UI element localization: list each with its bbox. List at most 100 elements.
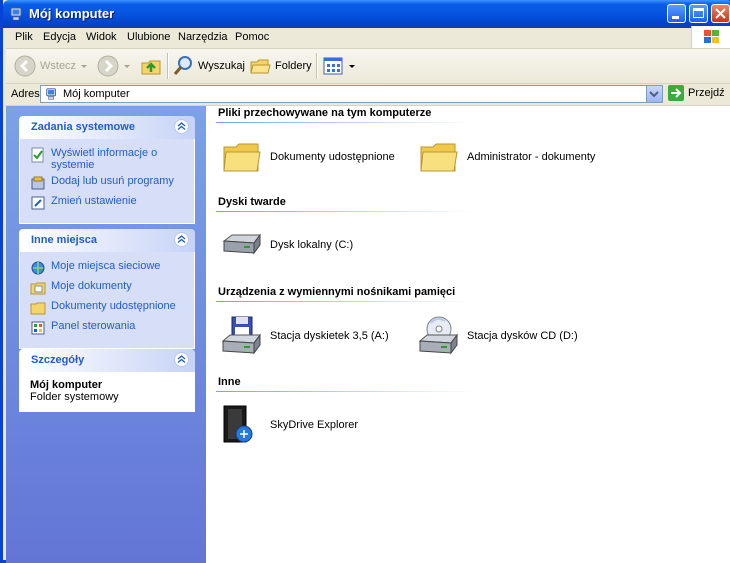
section-divider xyxy=(216,211,476,212)
other-places-panel: Inne miejsca Moje miejsca sieciowe Moje … xyxy=(19,229,195,349)
task-label: Dodaj lub usuń programy xyxy=(51,175,174,187)
address-input[interactable]: Mój komputer xyxy=(40,85,663,103)
other-places-title: Inne miejsca xyxy=(31,234,98,246)
maximize-button[interactable] xyxy=(689,4,708,23)
toolbar: Wstecz Wyszukaj Foldery xyxy=(6,49,730,84)
folders-icon xyxy=(250,59,271,74)
system-tasks-body: Wyświetl informacje o systemie Dodaj lub… xyxy=(19,139,195,224)
toolbar-separator xyxy=(316,53,318,79)
place-label: Dokumenty udostępnione xyxy=(51,300,176,312)
views-button[interactable] xyxy=(322,54,356,78)
back-button[interactable]: Wstecz xyxy=(14,54,88,78)
item-shared-documents[interactable]: Dokumenty udostępnione xyxy=(222,139,395,175)
folder-icon xyxy=(30,302,46,315)
task-pane: Zadania systemowe Wyświetl informacje o … xyxy=(6,106,206,563)
computer-icon xyxy=(46,88,56,100)
item-label: Administrator - dokumenty xyxy=(467,151,596,163)
collapse-button[interactable] xyxy=(174,119,189,134)
hard-disk-icon xyxy=(222,233,261,255)
windows-logo xyxy=(691,26,730,48)
go-arrow-icon xyxy=(668,85,684,101)
chevron-up-icon xyxy=(177,122,186,130)
skydrive-icon xyxy=(223,405,253,443)
minimize-icon xyxy=(672,16,679,19)
menu-favorites[interactable]: Ulubione xyxy=(127,31,170,43)
menu-tools[interactable]: Narzędzia xyxy=(178,31,228,43)
item-label: SkyDrive Explorer xyxy=(270,419,359,431)
up-folder-button[interactable] xyxy=(140,54,162,78)
chevron-up-icon xyxy=(177,355,186,363)
system-tasks-panel: Zadania systemowe Wyświetl informacje o … xyxy=(19,116,195,224)
chevron-down-icon xyxy=(124,65,130,68)
item-label: Stacja dyskietek 3,5 (A:) xyxy=(270,330,389,342)
section-title: Inne xyxy=(218,376,241,388)
folder-icon xyxy=(420,143,458,172)
details-header[interactable]: Szczegóły xyxy=(19,349,195,372)
place-label: Moje miejsca sieciowe xyxy=(51,260,161,272)
back-arrow-icon xyxy=(14,55,36,77)
section-divider xyxy=(216,301,476,302)
chevron-down-icon xyxy=(349,65,355,68)
views-icon xyxy=(323,57,343,75)
control-panel-icon xyxy=(31,196,45,210)
search-button[interactable]: Wyszukaj xyxy=(172,54,245,78)
system-tasks-title: Zadania systemowe xyxy=(31,121,135,133)
menu-file[interactable]: Plik xyxy=(15,31,33,43)
minimize-button[interactable] xyxy=(667,4,686,23)
item-label: Stacja dysków CD (D:) xyxy=(467,330,578,342)
collapse-button[interactable] xyxy=(174,232,189,247)
system-tasks-header[interactable]: Zadania systemowe xyxy=(19,116,195,139)
item-cd-d[interactable]: Stacja dysków CD (D:) xyxy=(417,315,578,357)
details-name: Mój komputer xyxy=(30,379,103,391)
section-divider xyxy=(216,122,476,123)
search-label: Wyszukaj xyxy=(198,60,245,72)
place-label: Panel sterowania xyxy=(51,320,136,332)
folders-button[interactable]: Foldery xyxy=(249,54,312,78)
place-label: Moje dokumenty xyxy=(51,280,132,292)
go-label: Przejdź xyxy=(688,87,725,99)
cd-drive-icon xyxy=(418,316,458,355)
task-label: Wyświetl informacje o systemie xyxy=(51,147,158,171)
item-local-disk-c[interactable]: Dysk lokalny (C:) xyxy=(220,227,353,263)
other-places-header[interactable]: Inne miejsca xyxy=(19,229,195,252)
place-shared-documents[interactable]: Dokumenty udostępnione xyxy=(30,300,184,316)
chevron-down-icon xyxy=(649,91,659,98)
back-label: Wstecz xyxy=(40,60,77,72)
maximize-icon xyxy=(693,8,704,18)
address-value: Mój komputer xyxy=(63,88,130,100)
menu-edit[interactable]: Edycja xyxy=(43,31,76,43)
details-panel: Szczegóły Mój komputer Folder systemowy xyxy=(19,349,195,412)
forward-button[interactable] xyxy=(97,54,131,78)
item-skydrive-explorer[interactable]: SkyDrive Explorer xyxy=(220,404,358,446)
section-title: Dyski twarde xyxy=(218,196,286,208)
computer-icon xyxy=(10,7,22,21)
item-floppy-a[interactable]: Stacja dyskietek 3,5 (A:) xyxy=(220,315,389,357)
folder-icon xyxy=(223,143,261,172)
go-button[interactable]: Przejdź xyxy=(668,85,725,101)
task-system-info[interactable]: Wyświetl informacje o systemie xyxy=(30,147,184,171)
task-add-remove-programs[interactable]: Dodaj lub usuń programy xyxy=(30,175,184,191)
item-label: Dokumenty udostępnione xyxy=(270,151,395,163)
control-panel-icon xyxy=(31,321,45,335)
section-title: Urządzenia z wymiennymi nośnikami pamięc… xyxy=(218,286,456,298)
details-title: Szczegóły xyxy=(31,354,85,366)
close-button[interactable] xyxy=(711,4,730,23)
menu-help[interactable]: Pomoc xyxy=(235,31,269,43)
floppy-drive-icon xyxy=(221,316,261,355)
search-icon xyxy=(173,56,192,75)
network-places-icon xyxy=(31,261,45,275)
place-control-panel[interactable]: Panel sterowania xyxy=(30,320,184,336)
place-network[interactable]: Moje miejsca sieciowe xyxy=(30,260,184,276)
explorer-window: Mój komputer Plik Edycja Widok Ulubione … xyxy=(0,0,730,563)
menu-view[interactable]: Widok xyxy=(86,31,117,43)
task-change-setting[interactable]: Zmień ustawienie xyxy=(30,195,184,211)
my-documents-icon xyxy=(30,282,46,295)
item-admin-documents[interactable]: Administrator - dokumenty xyxy=(419,139,595,175)
place-my-documents[interactable]: Moje dokumenty xyxy=(30,280,184,296)
address-dropdown-button[interactable] xyxy=(646,86,662,102)
system-info-icon xyxy=(31,147,44,163)
title-bar[interactable]: Mój komputer xyxy=(3,0,730,28)
section-divider xyxy=(216,391,476,392)
other-places-body: Moje miejsca sieciowe Moje dokumenty Dok… xyxy=(19,252,195,349)
collapse-button[interactable] xyxy=(174,352,189,367)
